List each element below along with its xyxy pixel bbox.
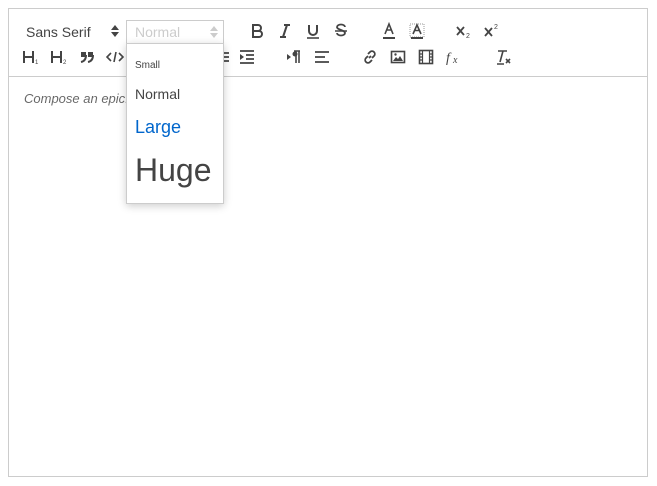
align-button[interactable] (311, 46, 333, 68)
header-1-button[interactable]: 1 (20, 46, 42, 68)
header-2-icon: 2 (51, 51, 67, 65)
rich-text-editor: Sans Serif Normal 2 2 1 2 f x Small Norm… (8, 8, 648, 477)
header-2-button[interactable]: 2 (48, 46, 70, 68)
size-picker-arrow-icon (210, 26, 218, 38)
font-picker-arrow-icon[interactable] (111, 25, 119, 37)
video-button[interactable] (415, 46, 437, 68)
toolbar: Sans Serif Normal 2 2 1 2 f x Small Norm… (9, 9, 647, 204)
text-direction-icon (287, 50, 300, 63)
clean-format-button[interactable] (492, 46, 514, 68)
size-option-normal[interactable]: Normal (135, 86, 180, 102)
bold-icon (252, 24, 263, 38)
svg-text:x: x (452, 55, 458, 65)
text-color-icon (383, 22, 395, 39)
subscript-button[interactable]: 2 (453, 20, 475, 42)
blockquote-button[interactable] (76, 46, 98, 68)
code-block-button[interactable] (104, 46, 126, 68)
italic-icon (280, 24, 290, 38)
strike-icon (335, 23, 347, 37)
formula-button[interactable]: f x (443, 46, 465, 68)
svg-text:f: f (446, 51, 452, 65)
size-picker-label: Normal (135, 24, 181, 40)
link-icon (364, 50, 376, 64)
superscript-icon: 2 (484, 24, 498, 37)
indent-icon (240, 50, 254, 64)
size-option-small[interactable]: Small (135, 60, 160, 71)
background-color-icon (409, 23, 425, 39)
bold-button[interactable] (246, 20, 268, 42)
italic-button[interactable] (274, 20, 296, 42)
editor-placeholder: Compose an epic... (24, 91, 137, 106)
size-option-huge[interactable]: Huge (135, 152, 212, 189)
svg-text:2: 2 (466, 33, 470, 39)
size-dropdown: Small Normal Large Huge (126, 43, 224, 204)
superscript-button[interactable]: 2 (481, 20, 503, 42)
font-picker[interactable]: Sans Serif (26, 23, 91, 41)
underline-button[interactable] (302, 20, 324, 42)
editor-content[interactable]: Compose an epic... (9, 78, 647, 476)
clean-format-icon (497, 50, 511, 65)
size-option-large[interactable]: Large (135, 117, 181, 138)
blockquote-icon (80, 52, 94, 63)
underline-icon (307, 25, 319, 39)
image-button[interactable] (387, 46, 409, 68)
header-1-icon: 1 (23, 51, 39, 65)
svg-text:1: 1 (35, 60, 39, 65)
align-icon (315, 51, 329, 63)
background-color-button[interactable] (406, 20, 428, 42)
text-direction-button[interactable] (283, 46, 305, 68)
indent-button[interactable] (236, 46, 258, 68)
size-picker[interactable]: Normal (126, 20, 224, 44)
formula-icon: f x (446, 51, 458, 65)
link-button[interactable] (359, 46, 381, 68)
font-picker-label: Sans Serif (26, 24, 91, 40)
subscript-icon: 2 (456, 26, 470, 39)
image-icon (390, 50, 406, 64)
svg-text:2: 2 (494, 24, 498, 31)
svg-text:2: 2 (63, 60, 67, 65)
strike-button[interactable] (330, 20, 352, 42)
text-color-button[interactable] (378, 20, 400, 42)
code-block-icon (106, 51, 124, 63)
video-icon (418, 49, 434, 65)
